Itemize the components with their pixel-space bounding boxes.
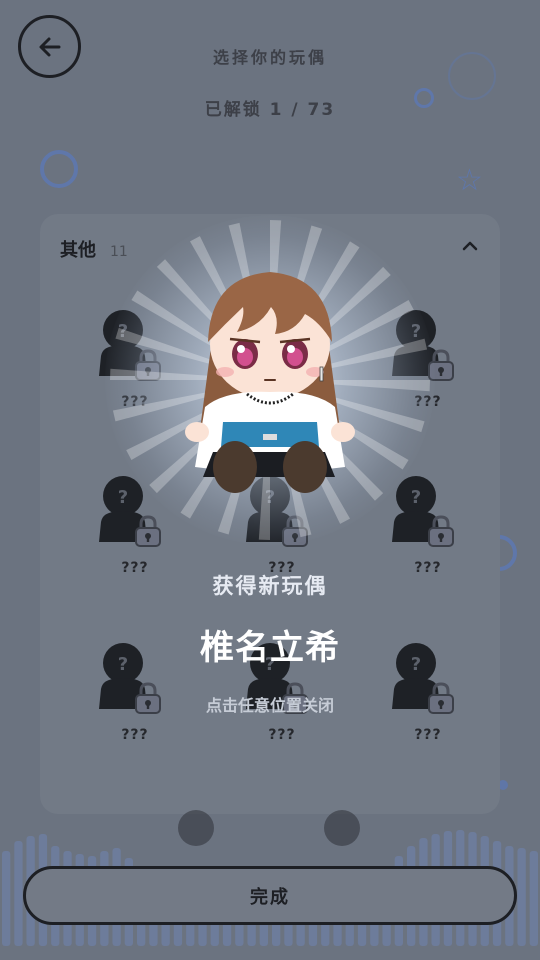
doll-illustration bbox=[185, 272, 355, 493]
reward-title: 获得新玩偶 bbox=[212, 574, 328, 598]
doll-name: 椎名立希 bbox=[200, 628, 340, 668]
close-hint: 点击任意位置关闭 bbox=[205, 696, 334, 715]
done-button[interactable]: 完成 bbox=[23, 866, 517, 925]
reward-overlay[interactable]: 获得新玩偶 椎名立希 点击任意位置关闭 bbox=[0, 0, 540, 960]
